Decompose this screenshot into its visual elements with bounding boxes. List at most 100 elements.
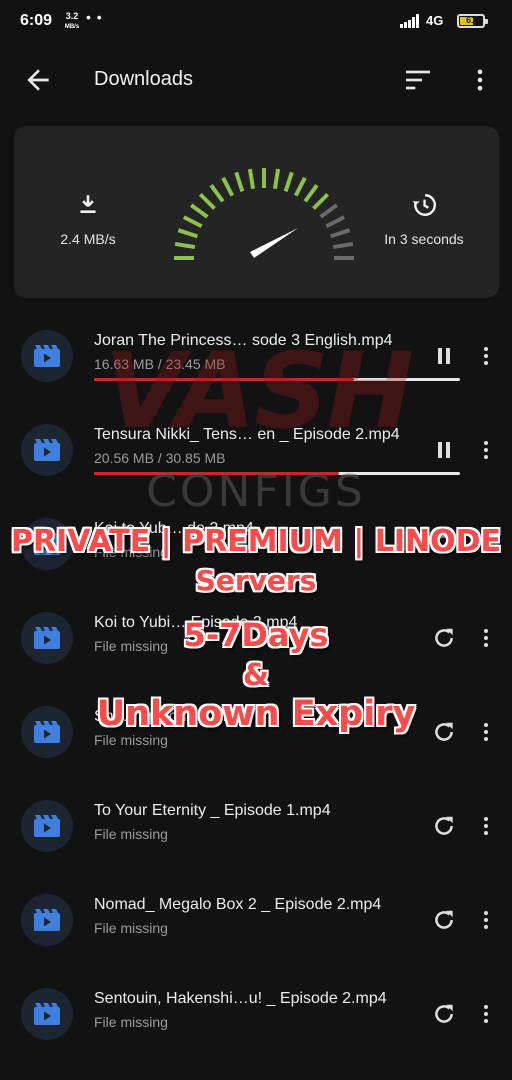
- gauge-tick: [174, 241, 196, 250]
- list-item[interactable]: To Your Eternity _ Episode 1.mp4 File mis…: [0, 790, 512, 884]
- more-vertical-icon: [484, 441, 488, 459]
- video-thumb: [21, 800, 73, 852]
- battery-level: 61: [465, 15, 476, 25]
- refresh-icon: [435, 534, 453, 553]
- download-icon: [80, 195, 96, 214]
- network-speed: 3.2 MB/s: [61, 12, 83, 32]
- file-name: Shi… Episode 1.mp4: [94, 708, 245, 725]
- network-speed-unit: MB/s: [64, 24, 80, 30]
- page-title: Downloads: [94, 68, 193, 90]
- item-menu-button[interactable]: [474, 904, 498, 936]
- back-button[interactable]: [22, 64, 54, 96]
- item-menu-button[interactable]: [474, 998, 498, 1030]
- speed-stat: 2.4 MB/s: [18, 192, 158, 247]
- pause-icon: [438, 348, 450, 364]
- gauge-tick: [329, 228, 351, 239]
- arrow-left-icon: [27, 69, 49, 91]
- status-bar: 6:09 3.2 MB/s • • 4G 61: [0, 0, 512, 44]
- progress-bar: [94, 472, 460, 475]
- eta-text: In 3 seconds: [384, 231, 464, 247]
- file-name: Tensura Nikki_ Tens… en _ Episode 2.mp4: [94, 426, 400, 443]
- speed-gauge: [174, 168, 354, 260]
- file-status: File missing: [94, 826, 168, 842]
- video-thumb: [21, 330, 73, 382]
- retry-button[interactable]: [428, 716, 460, 748]
- overflow-menu-button[interactable]: [466, 64, 494, 96]
- more-vertical-icon: [484, 535, 488, 553]
- progress-bar: [94, 378, 460, 381]
- gauge-tick: [332, 241, 354, 250]
- file-status: File missing: [94, 732, 168, 748]
- video-thumb: [21, 612, 73, 664]
- file-status: File missing: [94, 638, 168, 654]
- video-thumb: [21, 894, 73, 946]
- file-status: File missing: [94, 1014, 168, 1030]
- list-item[interactable]: Tensura Nikki_ Tens… en _ Episode 2.mp4 2…: [0, 414, 512, 508]
- gauge-tick: [177, 228, 199, 239]
- video-thumb: [21, 706, 73, 758]
- video-icon: [34, 815, 60, 837]
- more-vertical-icon: [484, 911, 488, 929]
- more-vertical-icon: [484, 629, 488, 647]
- eta-stat: In 3 seconds: [354, 192, 494, 247]
- retry-button[interactable]: [428, 904, 460, 936]
- more-vertical-icon: [484, 1005, 488, 1023]
- gauge-ticks: [174, 168, 354, 260]
- file-name: Koi to Yub… de 2.mp4: [94, 520, 254, 537]
- list-item[interactable]: Koi to Yubi… Episode 3.mp4 File missing: [0, 602, 512, 696]
- list-item[interactable]: Joran The Princess… sode 3 English.mp4 16…: [0, 320, 512, 414]
- gauge-tick: [190, 203, 209, 219]
- gauge-tick: [312, 192, 330, 210]
- list-item[interactable]: Koi to Yub… de 2.mp4 File missing: [0, 508, 512, 602]
- item-menu-button[interactable]: [474, 434, 498, 466]
- video-icon: [34, 345, 60, 367]
- gauge-tick: [234, 171, 245, 193]
- file-status: File missing: [94, 544, 168, 560]
- refresh-icon: [435, 816, 453, 835]
- download-speed: 2.4 MB/s: [60, 231, 116, 247]
- retry-button[interactable]: [428, 810, 460, 842]
- file-name: Koi to Yubi… Episode 3.mp4: [94, 614, 298, 631]
- gauge-tick: [221, 176, 235, 197]
- item-menu-button[interactable]: [474, 622, 498, 654]
- gauge-tick: [283, 171, 294, 193]
- file-name: To Your Eternity _ Episode 1.mp4: [94, 802, 331, 819]
- video-icon: [34, 533, 60, 555]
- battery-icon: 61: [457, 14, 488, 28]
- list-item[interactable]: Sentouin, Hakenshi…u! _ Episode 2.mp4 Fil…: [0, 978, 512, 1072]
- item-menu-button[interactable]: [474, 528, 498, 560]
- gauge-tick: [303, 184, 319, 203]
- item-menu-button[interactable]: [474, 716, 498, 748]
- network-speed-value: 3.2: [65, 11, 79, 21]
- video-icon: [34, 721, 60, 743]
- app-bar: Downloads: [0, 52, 512, 108]
- status-time: 6:09: [20, 12, 53, 29]
- pause-button[interactable]: [428, 434, 460, 466]
- retry-button[interactable]: [428, 998, 460, 1030]
- sort-button[interactable]: [402, 64, 434, 96]
- item-menu-button[interactable]: [474, 810, 498, 842]
- file-name: Nomad_ Megalo Box 2 _ Episode 2.mp4: [94, 896, 382, 913]
- gauge-tick: [272, 168, 281, 190]
- gauge-tick: [325, 215, 346, 229]
- list-item[interactable]: Shi… Episode 1.mp4 File missing: [0, 696, 512, 790]
- refresh-icon: [435, 1004, 453, 1023]
- list-item[interactable]: Nomad_ Megalo Box 2 _ Episode 2.mp4 File …: [0, 884, 512, 978]
- gauge-tick: [198, 192, 216, 210]
- battery-nub: [485, 19, 488, 24]
- pause-button[interactable]: [428, 340, 460, 372]
- speed-card: 2.4 MB/s In 3 seconds: [14, 126, 499, 298]
- item-menu-button[interactable]: [474, 340, 498, 372]
- retry-button[interactable]: [428, 622, 460, 654]
- gauge-tick: [247, 168, 256, 190]
- video-icon: [34, 439, 60, 461]
- video-thumb: [21, 424, 73, 476]
- gauge-tick: [319, 203, 338, 219]
- more-vertical-icon: [484, 347, 488, 365]
- refresh-icon: [435, 910, 453, 929]
- progress-fill: [94, 378, 354, 381]
- retry-button[interactable]: [428, 528, 460, 560]
- more-vertical-icon: [484, 817, 488, 835]
- file-status: File missing: [94, 920, 168, 936]
- file-status: 16.63 MB / 23.45 MB: [94, 356, 226, 372]
